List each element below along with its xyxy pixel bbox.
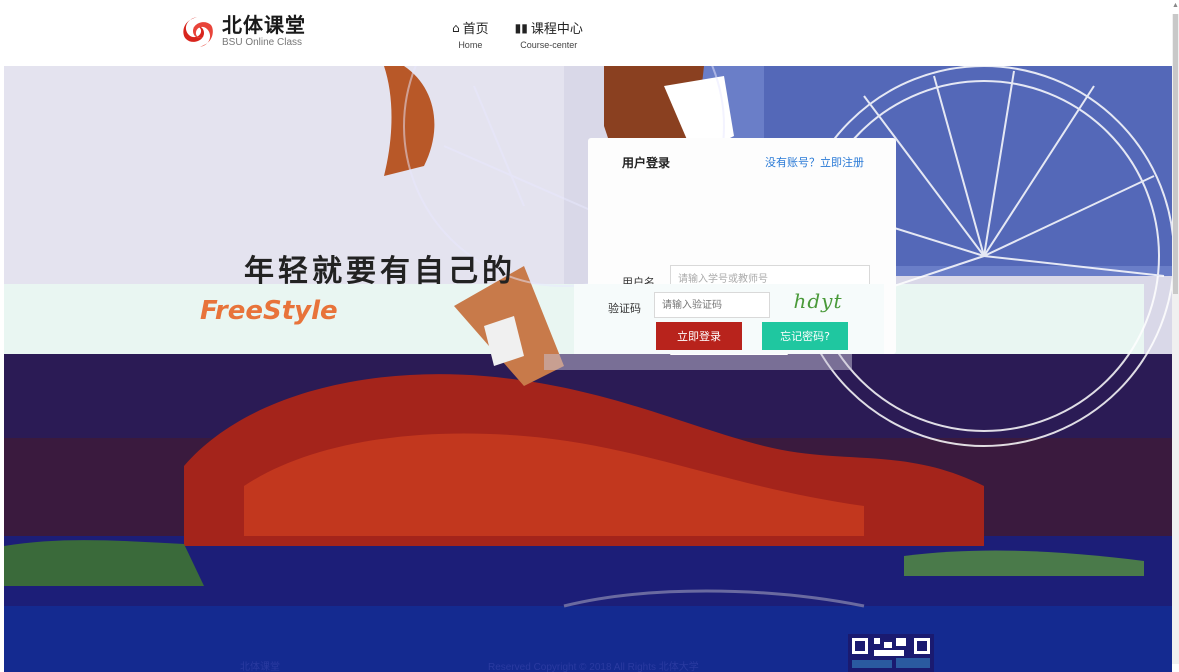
login-title: 用户登录 (622, 156, 671, 170)
register-link[interactable]: 没有账号？立即注册 (765, 154, 864, 170)
nav-course-center-label: 课程中心 (530, 22, 583, 37)
footer-copyright: Reserved Copyright © 2018 All Rights 北体大… (488, 662, 699, 672)
forgot-password-button[interactable]: 忘记密码? (762, 322, 848, 350)
scroll-up-arrow-icon[interactable]: ▲ (1172, 2, 1179, 12)
nav-course-center[interactable]: ▮▮ 课程中心 Course-center (514, 18, 583, 51)
nav-course-center-sub: Course-center (520, 40, 578, 50)
site-logo[interactable]: 北体课堂 BSU Online Class (180, 14, 306, 49)
login-button[interactable]: 立即登录 (656, 322, 742, 350)
hero-banner: 年轻就要有自己的 FreeStyle 用户登录 没有账号？立即注册 用户名 密码… (4, 66, 1172, 672)
header: 北体课堂 BSU Online Class ⌂ 首页 Home ▮▮ 课程中心 … (0, 0, 1172, 66)
page-scrollbar[interactable] (1172, 14, 1179, 664)
logo-subtitle: BSU Online Class (222, 37, 303, 48)
footer: 北体课堂 Reserved Copyright © 2018 All Right… (4, 658, 1172, 672)
captcha-input[interactable] (654, 292, 770, 318)
captcha-image[interactable]: hdyt (780, 286, 856, 316)
logo-swirl-icon (181, 15, 213, 48)
nav-home-label: 首页 (462, 22, 489, 37)
hero-freestyle-text: FreeStyle (200, 296, 338, 326)
captcha-label: 验证码 (608, 302, 641, 315)
captcha-row: 验证码 hdyt 立即登录 忘记密码? (574, 284, 884, 354)
main-nav: ⌂ 首页 Home ▮▮ 课程中心 Course-center (452, 18, 609, 51)
scrollbar-thumb[interactable] (1173, 14, 1178, 294)
hero-slogan: 年轻就要有自己的 (244, 254, 516, 289)
footer-brand: 北体课堂 (240, 662, 280, 672)
home-icon: ⌂ (452, 20, 460, 35)
book-icon: ▮▮ (514, 20, 528, 35)
nav-home[interactable]: ⌂ 首页 Home (452, 18, 489, 51)
logo-title: 北体课堂 (222, 13, 306, 37)
nav-home-sub: Home (458, 40, 483, 50)
